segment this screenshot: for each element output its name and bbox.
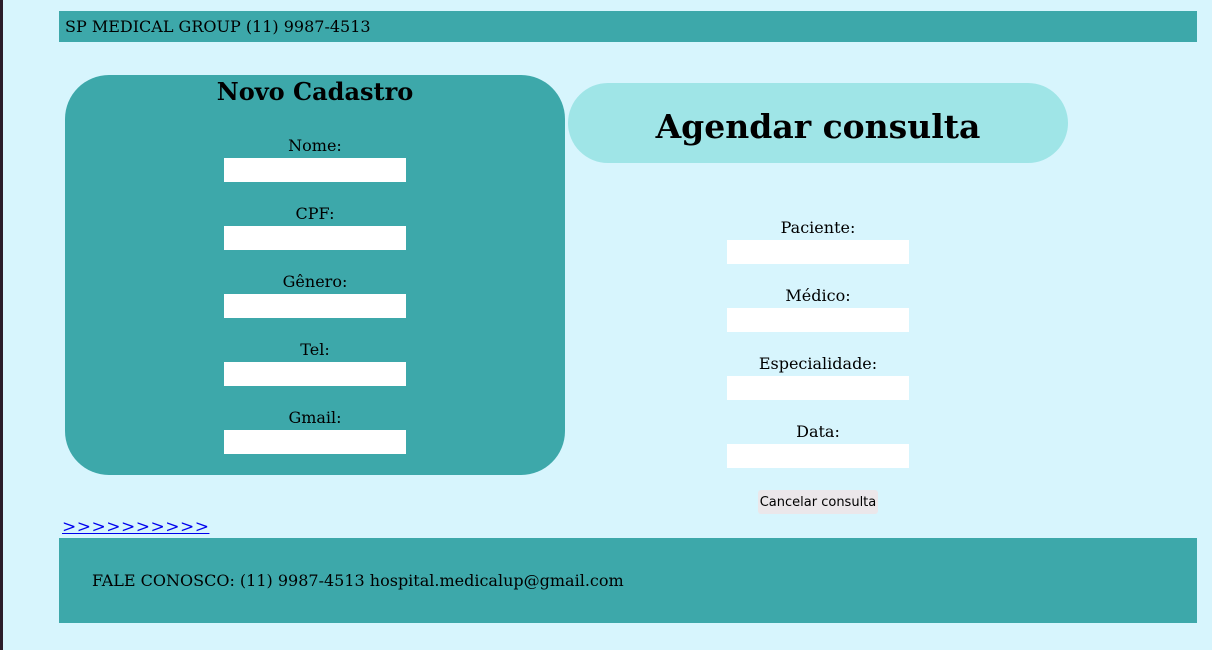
cpf-input[interactable]	[224, 226, 406, 250]
patient-input[interactable]	[727, 240, 909, 264]
date-input[interactable]	[727, 444, 909, 468]
date-label: Data:	[796, 422, 840, 441]
header-text: SP MEDICAL GROUP (11) 9987-4513	[65, 17, 371, 36]
gender-label: Gênero:	[282, 272, 348, 291]
appointment-heading-box: Agendar consulta	[568, 83, 1068, 163]
register-panel: Novo Cadastro Nome: CPF: Gênero: Tel: Gm…	[65, 75, 565, 475]
specialty-label: Especialidade:	[758, 354, 878, 373]
name-label: Nome:	[288, 136, 342, 155]
gmail-input[interactable]	[224, 430, 406, 454]
name-input[interactable]	[224, 158, 406, 182]
phone-input[interactable]	[224, 362, 406, 386]
doctor-input[interactable]	[727, 308, 909, 332]
footer: FALE CONOSCO: (11) 9987-4513 hospital.me…	[59, 538, 1197, 623]
cancel-appointment-button[interactable]: Cancelar consulta	[758, 490, 878, 514]
window-edge	[0, 0, 3, 650]
phone-label: Tel:	[300, 340, 330, 359]
cpf-label: CPF:	[295, 204, 335, 223]
top-bar: SP MEDICAL GROUP (11) 9987-4513	[59, 11, 1197, 42]
register-title: Novo Cadastro	[216, 77, 414, 106]
appointment-title: Agendar consulta	[655, 107, 981, 146]
gender-input[interactable]	[224, 294, 406, 318]
footer-contact-text: FALE CONOSCO: (11) 9987-4513 hospital.me…	[92, 571, 624, 590]
next-page-link[interactable]: >>>>>>>>>>	[62, 517, 209, 537]
gmail-label: Gmail:	[288, 408, 342, 427]
specialty-input[interactable]	[727, 376, 909, 400]
doctor-label: Médico:	[785, 286, 851, 305]
patient-label: Paciente:	[780, 218, 856, 237]
